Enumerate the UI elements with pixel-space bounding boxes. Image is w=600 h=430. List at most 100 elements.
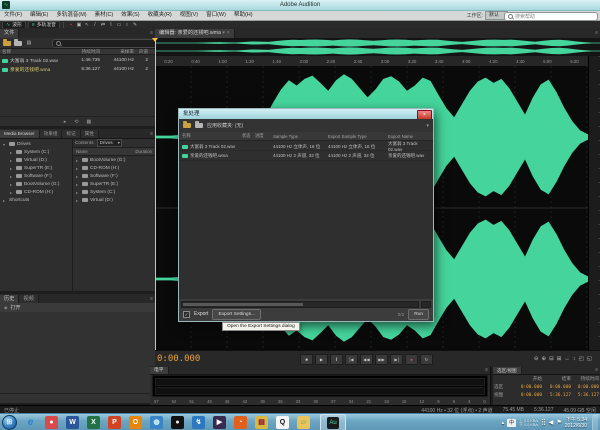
value-end[interactable]: 0:00.000	[542, 385, 571, 390]
tab-history[interactable]: 历史	[0, 295, 19, 303]
qq-icon[interactable]: Q	[276, 416, 289, 429]
tab-levels[interactable]: 电平	[150, 367, 169, 374]
import-file-icon[interactable]	[14, 41, 22, 46]
dialog-columns[interactable]: 名称 状态 进度 Sample Type Export Sample Type …	[179, 132, 433, 141]
panel-menu-icon[interactable]: ≡	[148, 29, 155, 38]
taskbar-audition-active[interactable]: Au	[320, 414, 346, 430]
waveform-overview[interactable]	[155, 38, 600, 57]
dialog-file-row[interactable]: 亲爱的还钱吧.wma44100 Hz 2 声道, 32 位44100 Hz 2 …	[179, 151, 433, 161]
scrollbar-thumb[interactable]	[183, 303, 303, 306]
stop-button[interactable]: ■	[300, 354, 313, 365]
tab-files[interactable]: 文件	[0, 29, 19, 38]
zoom-selection-left-icon[interactable]: ◰	[579, 352, 584, 366]
tab-video[interactable]: 视频	[19, 295, 38, 303]
tree-item-drive[interactable]: ▸SuperTR (E:)	[0, 164, 72, 172]
tree-item-drive[interactable]: ▸CD-ROM (H:)	[0, 188, 72, 196]
thunder-icon[interactable]: ↯	[192, 416, 205, 429]
value-duration[interactable]: 0:00.000	[571, 385, 599, 390]
tab-effects-rack[interactable]: 效果组	[40, 130, 63, 138]
tab-properties[interactable]: 属性	[81, 130, 99, 138]
zoom-selection-right-icon[interactable]: ◱	[587, 352, 592, 366]
zoom-in-full-icon[interactable]: ⊞	[557, 352, 562, 366]
contents-item[interactable]: ▸BootVolume (G:)	[73, 156, 155, 164]
skip-to-start-button[interactable]: |◀	[345, 354, 358, 365]
outlook-icon[interactable]: O	[129, 416, 142, 429]
rewind-button[interactable]: ◀◀	[360, 354, 373, 365]
play-button[interactable]: ▶	[315, 354, 328, 365]
explorer-folder-icon[interactable]: ▱	[297, 416, 310, 429]
menu-item[interactable]: 文件(F)	[0, 11, 26, 20]
menu-item[interactable]: 多轨混音(M)	[52, 11, 90, 20]
start-button[interactable]: ⊞	[2, 415, 17, 430]
panel-menu-icon[interactable]: ≡	[593, 367, 600, 374]
zoom-in-icon[interactable]: ⊕	[542, 352, 547, 366]
network-icon[interactable]: ⣿	[541, 419, 545, 426]
menu-item[interactable]: 效果(S)	[117, 11, 143, 20]
loop-icon[interactable]: ⟲	[74, 119, 78, 125]
menu-item[interactable]: 编辑(E)	[26, 11, 52, 20]
action-center-icon[interactable]: ⚑	[556, 419, 561, 426]
contents-item[interactable]: ▸SuperTR (E:)	[73, 180, 155, 188]
video-player-icon[interactable]: ▶	[213, 416, 226, 429]
tab-markers[interactable]: 标记	[62, 130, 80, 138]
tree-item-drive[interactable]: ▸BootVolume (G:)	[0, 180, 72, 188]
excel-icon[interactable]: X	[87, 416, 100, 429]
tab-selection-view[interactable]: 选区/视图	[493, 367, 522, 374]
run-button[interactable]: Run	[408, 309, 429, 320]
skip-to-end-button[interactable]: ▶|	[390, 354, 403, 365]
new-file-icon[interactable]: ▤	[25, 39, 33, 48]
contents-item[interactable]: ▸System (C:)	[73, 188, 155, 196]
close-icon[interactable]: ×	[226, 30, 229, 36]
tree-item-drives[interactable]: ▾Drives	[0, 140, 72, 148]
help-search-input[interactable]: 搜索帮助	[504, 12, 598, 21]
file-row[interactable]: 亲爱的还钱吧.wma5:36.12744100 Hz2	[0, 65, 155, 74]
export-checkbox[interactable]: ✓	[183, 311, 190, 318]
zoom-horizontal-icon[interactable]: ↔	[564, 352, 570, 366]
zoom-out-icon[interactable]: ⊖	[534, 352, 539, 366]
time-display[interactable]: 0:00.000	[157, 354, 200, 364]
notes-app-icon[interactable]: ▤	[255, 416, 268, 429]
history-entry[interactable]: ◉ 打开	[0, 303, 159, 312]
powerpoint-icon[interactable]: P	[108, 416, 121, 429]
tree-item-drive[interactable]: ▸Software (F:)	[0, 172, 72, 180]
contents-item[interactable]: ▸Software (F:)	[73, 172, 155, 180]
dialog-titlebar[interactable]: 批处理	[179, 109, 433, 119]
taskbar-clock[interactable]: 下午 5:34 2012/6/30	[565, 417, 589, 429]
dialog-file-row[interactable]: 大富翁 3 Track 02.wav44100 Hz 立体声, 16 位4410…	[179, 141, 433, 151]
value-start[interactable]: 0:00.000	[513, 385, 542, 390]
amplitude-ruler[interactable]	[588, 56, 600, 350]
zoom-out-full-icon[interactable]: ⊟	[549, 352, 554, 366]
fast-forward-button[interactable]: ▶▶	[375, 354, 388, 365]
tree-item-drive[interactable]: ▸Virtual (D:)	[0, 156, 72, 164]
panel-menu-icon[interactable]: ≡	[148, 295, 155, 303]
insert-multitrack-icon[interactable]: ▸	[64, 119, 67, 125]
security-app-icon[interactable]: ●	[45, 416, 58, 429]
file-row[interactable]: 大富翁 3 Track 02.wav1:46.73544100 Hz2	[0, 56, 155, 65]
menu-item[interactable]: 视图(V)	[176, 11, 202, 20]
remove-files-icon[interactable]	[195, 123, 203, 128]
value-end[interactable]: 5:36.127	[542, 393, 571, 398]
menu-item[interactable]: 窗口(W)	[202, 11, 230, 20]
globe-app-icon[interactable]: ◍	[150, 416, 163, 429]
contents-columns[interactable]: Name Duration	[73, 147, 155, 156]
tab-editor[interactable]: 编辑器: 亲爱的还钱吧.wma ▾ ×	[155, 29, 235, 38]
files-search-input[interactable]	[52, 39, 158, 48]
tab-media-browser[interactable]: Media Browser	[0, 130, 40, 138]
volume-icon[interactable]: ◀	[549, 419, 554, 426]
files-columns[interactable]: 名称 持续时间 采样率 声道	[0, 48, 155, 55]
pause-button[interactable]: ‖	[330, 354, 343, 365]
menu-item[interactable]: 帮助(H)	[230, 11, 257, 20]
record-button[interactable]: ●	[405, 354, 418, 365]
browser-app-icon[interactable]: ◔	[234, 416, 247, 429]
tree-item-drive[interactable]: ▸System (C:)	[0, 148, 72, 156]
export-settings-button[interactable]: Export Settings...	[212, 309, 261, 320]
contents-item[interactable]: ▸CD-ROM (H:)	[73, 164, 155, 172]
tray-expand-icon[interactable]: ▴	[502, 420, 505, 426]
zoom-vertical-icon[interactable]: ↕	[573, 352, 576, 366]
panel-menu-icon[interactable]: ≡	[593, 29, 600, 38]
contents-item[interactable]: ▸Virtual (D:)	[73, 196, 155, 204]
media-player-icon[interactable]: ●	[171, 416, 184, 429]
word-icon[interactable]: W	[66, 416, 79, 429]
menu-item[interactable]: 收藏夹(R)	[144, 11, 176, 20]
open-file-icon[interactable]	[3, 41, 11, 46]
